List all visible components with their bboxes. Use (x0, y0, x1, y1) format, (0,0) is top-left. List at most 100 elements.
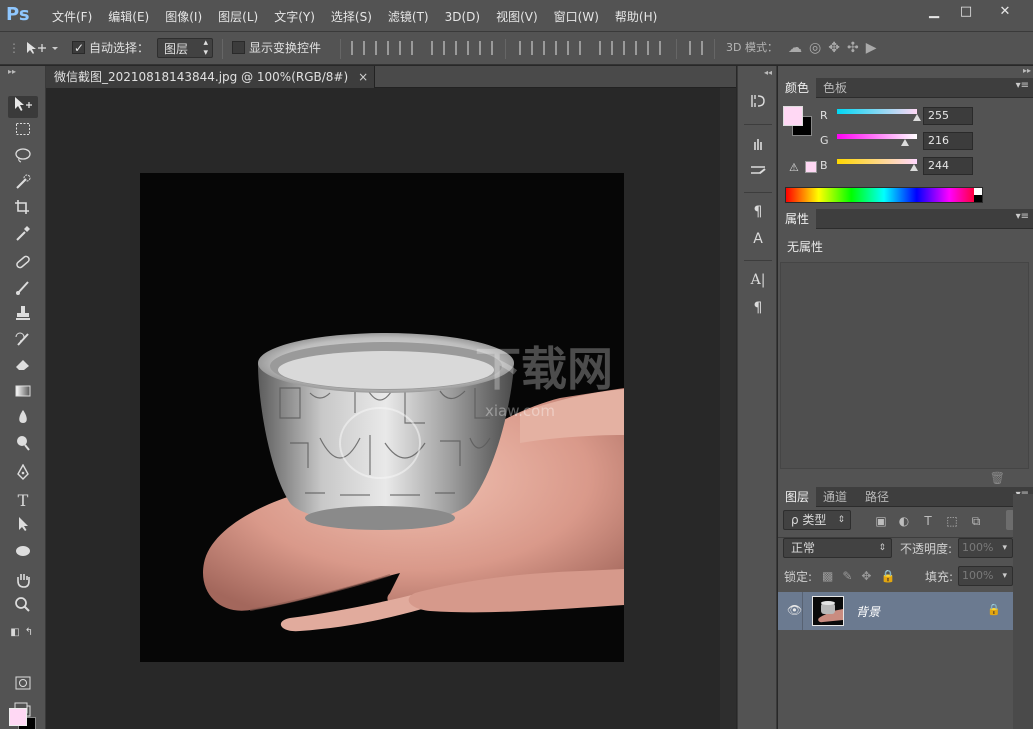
green-value-field[interactable]: 216 (923, 132, 973, 150)
default-colors-icon[interactable]: ◧ (8, 622, 22, 644)
red-value-field[interactable]: 255 (923, 107, 973, 125)
dodge-tool-icon[interactable] (8, 435, 38, 457)
move-tool-icon[interactable] (8, 96, 38, 118)
move-tool-preset-icon[interactable] (24, 38, 62, 58)
gamut-swatch[interactable] (805, 161, 817, 173)
layer-row-background[interactable]: 👁 背景 🔒 (778, 592, 1013, 630)
blue-slider-thumb[interactable] (909, 164, 918, 171)
opacity-field[interactable]: 100% ▾ (958, 538, 1013, 558)
brush-panel-icon[interactable] (746, 161, 770, 183)
3d-slide-icon[interactable]: ✣ (847, 40, 866, 56)
3d-camera-icon[interactable]: ▶ (866, 40, 884, 56)
blur-tool-icon[interactable] (8, 409, 38, 431)
blend-mode-dropdown[interactable]: 正常 ⇕ (783, 538, 892, 558)
layer-name[interactable]: 背景 (856, 603, 880, 620)
layer-filter-dropdown[interactable]: ρ 类型 ⇕ (783, 510, 851, 530)
gradient-tool-icon[interactable] (8, 383, 38, 405)
show-transform-checkbox[interactable]: 显示变换控件 (232, 38, 321, 58)
out-of-gamut-warning-icon[interactable]: ⚠ (789, 161, 799, 174)
3d-roll-icon[interactable]: ◎ (809, 40, 828, 56)
lock-all-icon[interactable]: 🔒 (880, 569, 904, 583)
collapse-panels-icon[interactable]: ◂◂ (764, 68, 772, 77)
align-right-icon[interactable] (479, 41, 493, 55)
align-vcenter-icon[interactable] (375, 41, 389, 55)
color-spectrum-ramp[interactable] (785, 187, 983, 203)
menu-image[interactable]: 图像(I) (157, 8, 210, 26)
menu-help[interactable]: 帮助(H) (607, 8, 665, 26)
distribute-right-icon[interactable] (647, 41, 661, 55)
tab-properties[interactable]: 属性 (778, 209, 817, 229)
menu-file[interactable]: 文件(F) (44, 8, 100, 26)
red-slider-thumb[interactable] (913, 114, 921, 121)
tab-channels[interactable]: 通道 (816, 487, 854, 507)
hand-tool-icon[interactable] (8, 572, 38, 594)
filter-adjustment-layers-icon[interactable]: ◐ (897, 514, 911, 528)
menu-filter[interactable]: 滤镜(T) (380, 8, 437, 26)
auto-select-checkbox[interactable]: 自动选择： (72, 38, 149, 58)
fill-field[interactable]: 100% ▾ (958, 566, 1013, 586)
paragraph-panel-icon[interactable]: ¶ (746, 297, 770, 319)
auto-select-target-dropdown[interactable]: 图层 ▴ ▾ (157, 38, 213, 58)
foreground-color-swatch[interactable] (9, 708, 27, 726)
type-tool-icon[interactable]: T (8, 490, 38, 512)
paragraph-styles-icon[interactable]: ¶ (746, 201, 770, 223)
tab-color[interactable]: 颜色 (778, 78, 817, 98)
brush-tool-icon[interactable] (8, 279, 38, 301)
image-canvas[interactable]: 下载网 xiaw.com (140, 173, 624, 662)
vertical-scrollbar[interactable] (720, 88, 736, 729)
menu-layer[interactable]: 图层(L) (210, 8, 266, 26)
tab-paths[interactable]: 路径 (858, 487, 896, 507)
3d-rotate-icon[interactable]: ☁ (788, 40, 809, 56)
history-brush-tool-icon[interactable] (8, 331, 38, 353)
crop-tool-icon[interactable] (8, 199, 38, 221)
color-panel-foreground-swatch[interactable] (783, 106, 803, 126)
distribute-hcenter-icon[interactable] (623, 41, 637, 55)
character-panel-icon[interactable]: A| (746, 269, 770, 291)
ellipse-tool-icon[interactable] (8, 543, 38, 565)
lock-position-icon[interactable]: ✥ (861, 569, 880, 583)
restore-button[interactable]: □ (951, 2, 981, 22)
close-window-button[interactable]: ✕ (983, 2, 1027, 22)
path-selection-tool-icon[interactable] (8, 516, 38, 538)
red-channel-slider[interactable] (837, 109, 917, 114)
lasso-tool-icon[interactable] (8, 147, 38, 169)
filter-smart-objects-icon[interactable]: ⧉ (969, 514, 983, 528)
menu-window[interactable]: 窗口(W) (546, 8, 607, 26)
distribute-top-icon[interactable] (519, 41, 533, 55)
lock-transparent-icon[interactable]: ▩ (822, 569, 842, 583)
clone-stamp-tool-icon[interactable] (8, 305, 38, 327)
menu-select[interactable]: 选择(S) (323, 8, 380, 26)
history-panel-icon[interactable] (746, 92, 770, 114)
lock-image-icon[interactable]: ✎ (842, 569, 861, 583)
blue-channel-slider[interactable] (837, 159, 917, 164)
menu-type[interactable]: 文字(Y) (266, 8, 323, 26)
swap-colors-icon[interactable]: ↰ (22, 622, 36, 644)
align-bottom-icon[interactable] (399, 41, 413, 55)
visibility-eye-icon[interactable]: 👁 (787, 603, 802, 617)
character-styles-icon[interactable]: A (746, 228, 770, 250)
quick-selection-tool-icon[interactable] (8, 174, 38, 196)
distribute-bottom-icon[interactable] (567, 41, 581, 55)
minimize-button[interactable]: ▁ (919, 2, 949, 22)
quick-mask-icon[interactable] (8, 675, 38, 697)
pen-tool-icon[interactable] (8, 463, 38, 486)
menu-view[interactable]: 视图(V) (488, 8, 546, 26)
healing-brush-tool-icon[interactable] (8, 254, 38, 276)
filter-pixel-layers-icon[interactable]: ▣ (874, 514, 888, 528)
panel-menu-icon[interactable]: ▾≡ (1016, 211, 1029, 222)
filter-type-layers-icon[interactable]: T (921, 514, 935, 528)
distribute-left-icon[interactable] (599, 41, 613, 55)
panel-expand-icon[interactable]: ▸▸ (1023, 66, 1031, 75)
tab-layers[interactable]: 图层 (778, 487, 817, 507)
delete-icon[interactable]: 🗑 (990, 471, 1005, 485)
panel-menu-icon[interactable]: ▾≡ (1016, 80, 1029, 91)
blue-value-field[interactable]: 244 (923, 157, 973, 175)
zoom-tool-icon[interactable] (8, 597, 38, 619)
menu-edit[interactable]: 编辑(E) (100, 8, 157, 26)
brush-presets-icon[interactable] (746, 134, 770, 156)
align-top-icon[interactable] (351, 41, 365, 55)
align-left-icon[interactable] (431, 41, 445, 55)
distribute-vcenter-icon[interactable] (543, 41, 557, 55)
tab-swatches[interactable]: 色板 (816, 78, 854, 98)
layers-scrollbar[interactable] (1013, 494, 1033, 729)
